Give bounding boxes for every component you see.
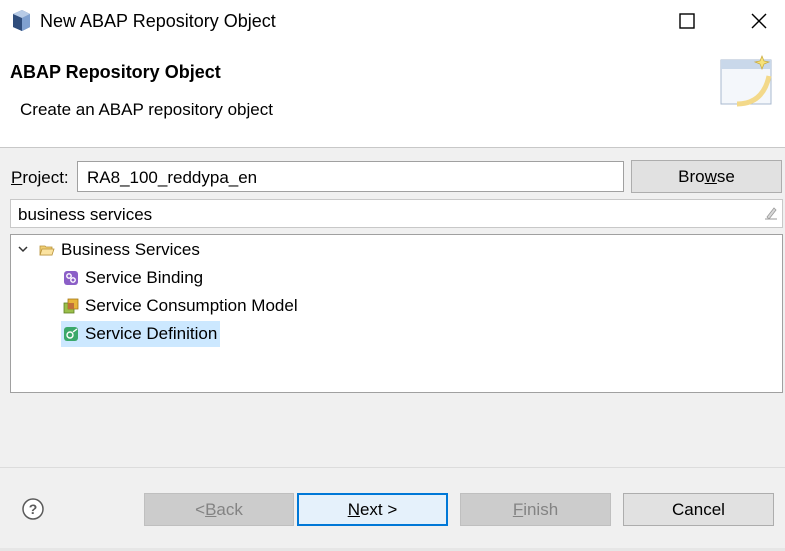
back-label-mnemonic: B <box>205 499 217 519</box>
tree-item-label: Service Consumption Model <box>85 296 298 315</box>
tree-folder-business-services[interactable]: Business Services <box>39 237 200 263</box>
project-field[interactable]: RA8_100_reddypa_en <box>77 161 624 192</box>
service-definition-icon <box>64 327 78 341</box>
back-label-pre: < <box>195 499 206 519</box>
back-label-post: ack <box>216 499 243 519</box>
finish-label-mnemonic: F <box>512 499 524 519</box>
tree-folder-label: Business Services <box>61 240 200 259</box>
svg-text:?: ? <box>29 501 38 517</box>
folder-open-icon <box>39 245 55 256</box>
service-binding-icon <box>64 271 78 285</box>
tree-item-service-binding[interactable]: Service Binding <box>63 265 203 291</box>
next-label-mnemonic: N <box>347 499 360 519</box>
browse-label-post: se <box>716 166 735 186</box>
wizard-banner-icon <box>720 55 772 107</box>
maximize-button[interactable] <box>664 0 710 42</box>
window-title: New ABAP Repository Object <box>40 11 276 31</box>
maximize-icon <box>679 13 695 29</box>
filter-input[interactable]: business services <box>10 199 783 228</box>
next-label-post: ext > <box>359 499 398 519</box>
project-label-mnemonic: P <box>11 168 23 187</box>
browse-label-mnemonic: w <box>704 166 717 186</box>
close-icon <box>751 13 767 29</box>
clear-filter-icon[interactable] <box>764 205 778 221</box>
close-button[interactable] <box>736 0 782 42</box>
finish-label-post: inish <box>523 499 559 519</box>
service-consumption-model-icon <box>63 298 79 314</box>
tree-item-label: Service Binding <box>85 268 204 287</box>
wizard-header: ABAP Repository Object Create an ABAP re… <box>0 42 785 148</box>
object-type-tree[interactable]: Business Services Service Binding Servic… <box>10 234 783 393</box>
project-label: Project: <box>11 168 69 188</box>
tree-item-service-definition[interactable]: Service Definition <box>61 321 221 347</box>
window-titlebar: New ABAP Repository Object <box>0 0 785 42</box>
back-button[interactable]: < Back <box>144 493 294 526</box>
browse-label-pre: Bro <box>678 166 705 186</box>
button-bar-divider <box>0 467 785 468</box>
help-icon[interactable]: ? <box>21 497 45 521</box>
abap-cube-icon <box>13 10 30 31</box>
chevron-down-icon[interactable] <box>17 244 29 254</box>
page-title: ABAP Repository Object <box>10 62 221 82</box>
project-label-text: roject: <box>22 168 69 187</box>
page-description: Create an ABAP repository object <box>20 100 273 119</box>
finish-button[interactable]: Finish <box>460 493 611 526</box>
cancel-button[interactable]: Cancel <box>623 493 774 526</box>
tree-item-service-consumption-model[interactable]: Service Consumption Model <box>63 293 298 319</box>
tree-item-label: Service Definition <box>85 324 218 343</box>
next-button[interactable]: Next > <box>297 493 448 526</box>
browse-button[interactable]: Bro w se <box>631 160 782 193</box>
